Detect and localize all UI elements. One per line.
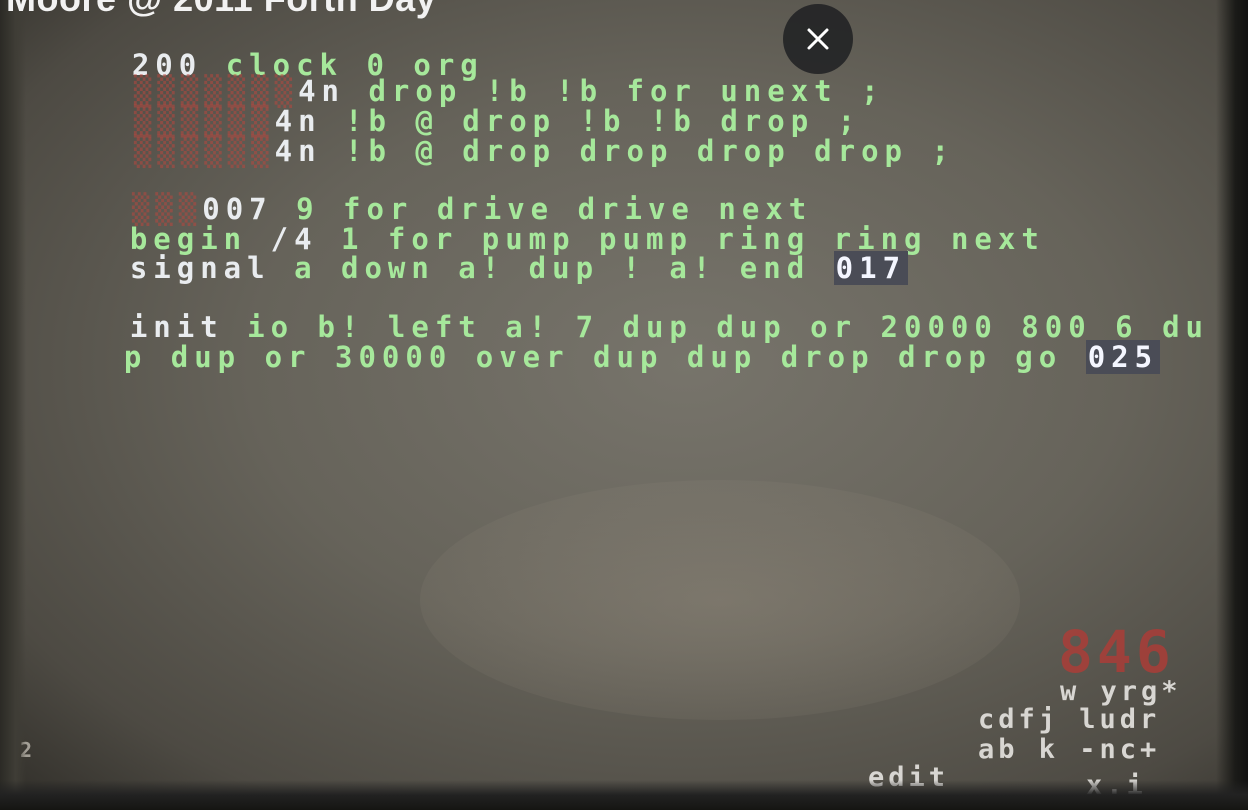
keypad-row-1: w yrg* — [1060, 676, 1182, 707]
code-text: !b @ drop drop drop drop ; — [321, 134, 955, 168]
keypad-row-3: ab k -nc+ — [978, 734, 1161, 765]
code-tag: 4n — [274, 134, 322, 168]
screen-glare — [420, 480, 1020, 720]
code-line-9: p dup or 30000 over dup dup drop drop go… — [30, 312, 1161, 402]
screen-bezel-left — [0, 0, 26, 810]
redacted-word: ▒▒▒▒▒▒ — [133, 134, 275, 168]
close-button[interactable] — [783, 4, 853, 74]
projected-screen: 200 clock 0 org ▒▒▒▒▒▒▒4n drop !b !b for… — [0, 0, 1248, 810]
address-highlight: 017 — [833, 251, 909, 285]
screen-bezel-right — [1216, 0, 1248, 810]
code-word: signal — [129, 251, 271, 285]
screen-bezel-bottom — [0, 780, 1248, 810]
address-highlight: 025 — [1085, 340, 1161, 374]
code-text: p dup or 30000 over dup dup drop drop go — [123, 340, 1063, 374]
video-title: Moore @ 2011 Forth Day — [6, 0, 436, 20]
close-icon — [807, 28, 829, 50]
keypad-row-2: cdfj ludr — [978, 704, 1161, 735]
code-text: a down a! dup ! a! end — [270, 251, 811, 285]
